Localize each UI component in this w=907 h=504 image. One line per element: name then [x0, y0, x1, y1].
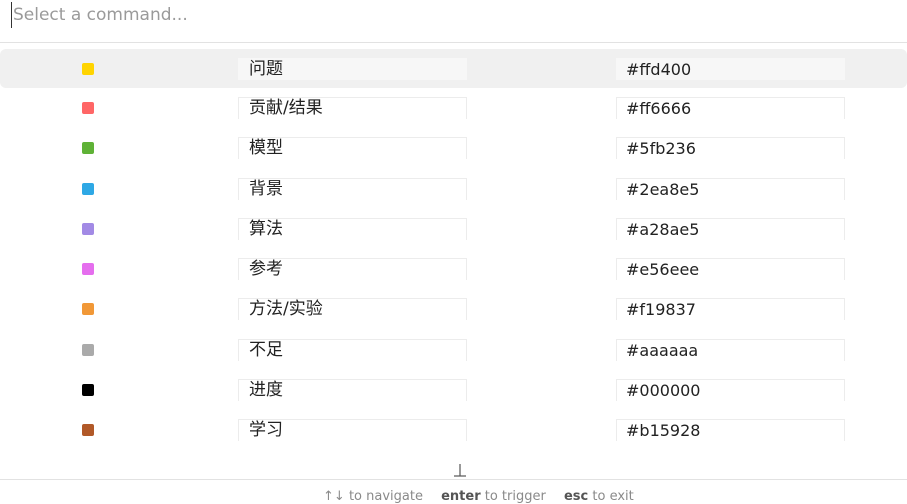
command-palette: 问题 #ffd400 贡献/结果 #ff6666 模型 #5fb236 背景 #2ea8e5 算…	[0, 0, 907, 504]
color-swatch	[82, 142, 94, 155]
search-bar	[0, 0, 907, 43]
hint-exit-key: esc	[563, 489, 589, 504]
tag-name-field[interactable]: 算法	[238, 217, 467, 240]
list-item[interactable]: 方法/实验 #f19837	[0, 289, 907, 329]
list-item[interactable]: 学习 #b15928	[0, 410, 907, 450]
tag-color-field[interactable]: #aaaaaa	[616, 338, 845, 361]
color-swatch	[82, 182, 94, 195]
tag-color-field[interactable]: #000000	[616, 379, 845, 402]
list-item[interactable]: 不足 #aaaaaa	[0, 330, 907, 370]
tag-color-field[interactable]: #2ea8e5	[616, 177, 845, 200]
tag-color-field[interactable]: #b15928	[616, 419, 845, 442]
tag-color-field[interactable]: #f19837	[616, 298, 845, 321]
tag-name-field[interactable]: 不足	[238, 338, 467, 361]
color-swatch	[82, 222, 94, 235]
tag-color-field[interactable]: #ffd400	[616, 58, 845, 80]
list-item[interactable]: 算法 #a28ae5	[0, 209, 907, 249]
color-swatch	[82, 63, 94, 75]
hint-navigate: ↑↓ to navigate	[323, 489, 427, 504]
tag-name-field[interactable]: 参考	[238, 258, 467, 281]
list-item[interactable]: 进度 #000000	[0, 370, 907, 410]
keyboard-hints-footer: ↑↓ to navigate enter to trigger esc to e…	[0, 479, 907, 504]
resize-handle-icon[interactable]	[453, 463, 467, 477]
tag-name-field[interactable]: 方法/实验	[238, 298, 467, 321]
color-swatch	[82, 384, 94, 397]
color-swatch	[82, 102, 94, 114]
command-search-input[interactable]	[11, 2, 893, 28]
hint-navigate-key: ↑↓	[323, 489, 345, 504]
color-swatch	[82, 343, 94, 356]
command-list: 问题 #ffd400 贡献/结果 #ff6666 模型 #5fb236 背景 #2ea8e5 算…	[0, 49, 907, 451]
color-swatch	[82, 424, 94, 437]
tag-name-field[interactable]: 问题	[238, 58, 467, 80]
hint-exit: esc to exit	[564, 489, 634, 504]
hint-exit-label: to exit	[592, 489, 634, 504]
hint-trigger: enter to trigger	[441, 489, 550, 504]
hint-navigate-label: to navigate	[348, 489, 423, 504]
tag-color-field[interactable]: #e56eee	[616, 258, 845, 281]
tag-name-field[interactable]: 模型	[238, 137, 467, 160]
hint-trigger-key: enter	[441, 489, 481, 504]
list-item[interactable]: 问题 #ffd400	[0, 49, 907, 88]
hint-trigger-label: to trigger	[484, 489, 546, 504]
tag-name-field[interactable]: 学习	[238, 419, 467, 442]
list-item[interactable]: 背景 #2ea8e5	[0, 169, 907, 209]
tag-color-field[interactable]: #ff6666	[616, 97, 845, 119]
tag-color-field[interactable]: #5fb236	[616, 137, 845, 160]
color-swatch	[82, 303, 94, 316]
tag-name-field[interactable]: 贡献/结果	[238, 97, 467, 119]
list-item[interactable]: 模型 #5fb236	[0, 128, 907, 168]
tag-name-field[interactable]: 进度	[238, 379, 467, 402]
list-item[interactable]: 贡献/结果 #ff6666	[0, 88, 907, 128]
list-item[interactable]: 参考 #e56eee	[0, 249, 907, 289]
color-swatch	[82, 263, 94, 276]
tag-name-field[interactable]: 背景	[238, 177, 467, 200]
tag-color-field[interactable]: #a28ae5	[616, 217, 845, 240]
